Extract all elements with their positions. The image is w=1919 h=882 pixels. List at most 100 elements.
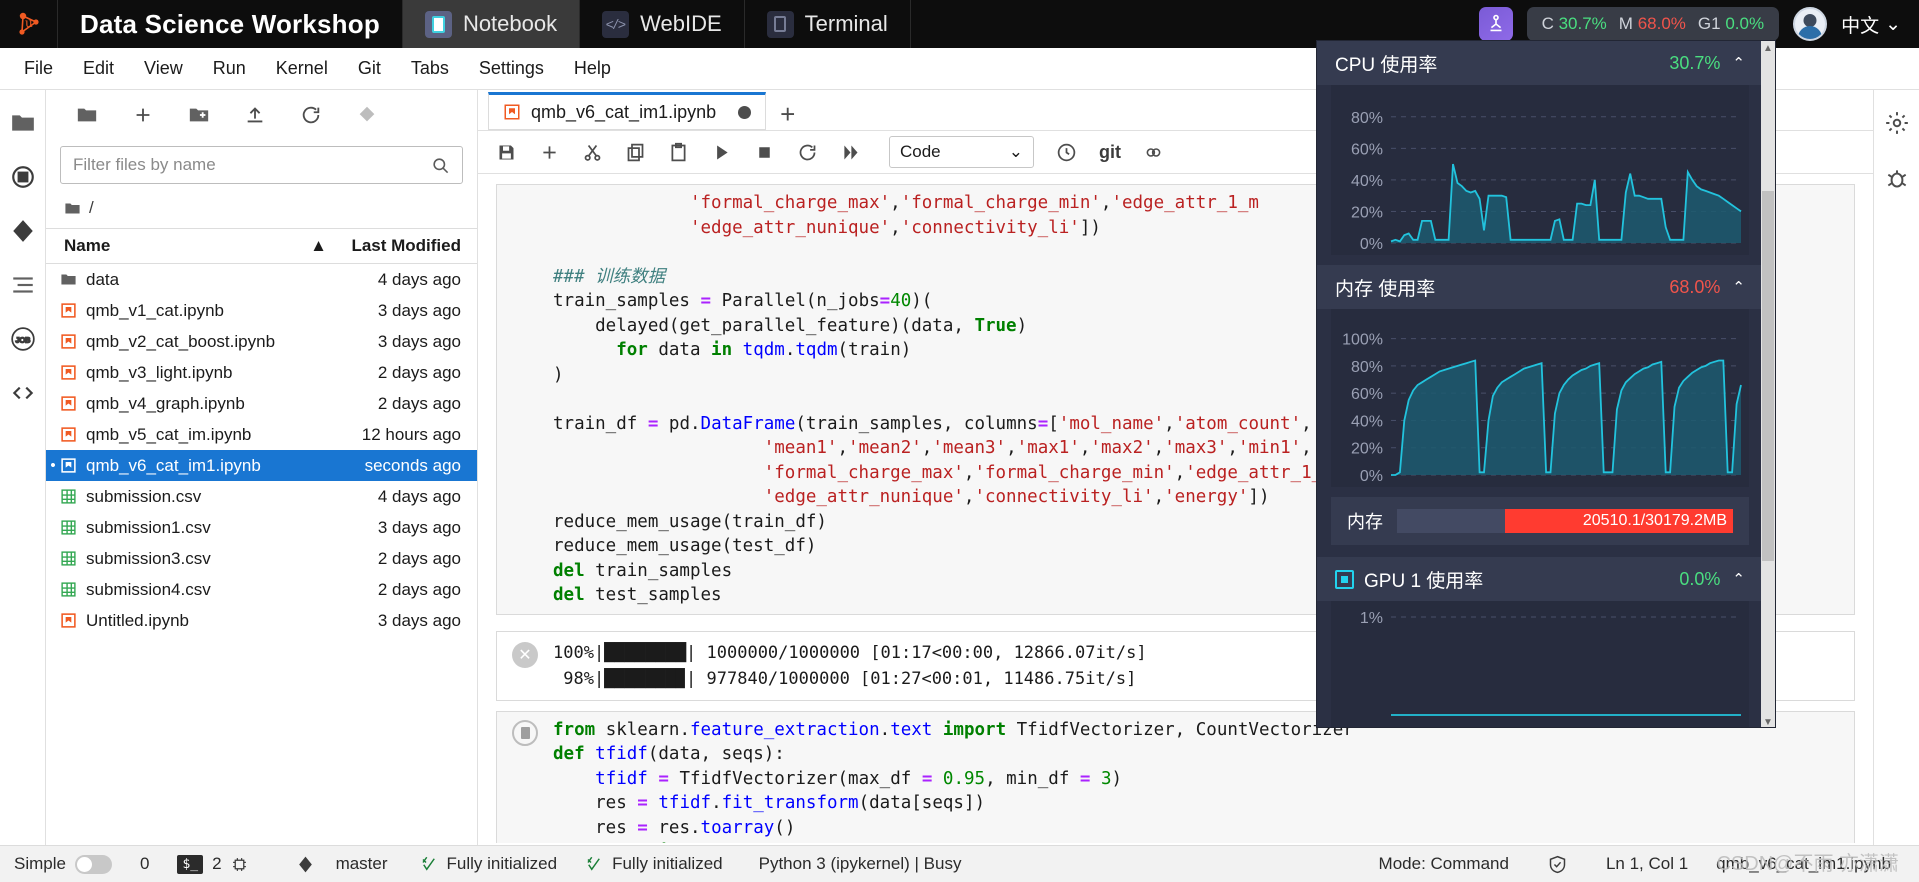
save-button[interactable] — [496, 142, 517, 163]
search-input[interactable] — [73, 155, 431, 175]
file-list-item[interactable]: data 4 days ago — [46, 264, 477, 295]
kernel-sessions-count[interactable]: 0 — [126, 854, 163, 874]
simple-mode-toggle[interactable]: Simple — [0, 854, 126, 874]
file-list-item[interactable]: qmb_v5_cat_im.ipynb 12 hours ago — [46, 419, 477, 450]
extension-puzzle-icon[interactable] — [1478, 7, 1513, 41]
scroll-up-arrow-icon[interactable]: ▲ — [1762, 41, 1774, 55]
stop-button[interactable] — [754, 142, 775, 163]
file-name-label: submission.csv — [86, 486, 202, 506]
cpu-section-header[interactable]: CPU 使用率 30.7% ⌃ — [1317, 41, 1763, 85]
run-cell-icon[interactable] — [512, 719, 538, 746]
topnav-webide[interactable]: </> WebIDE — [580, 0, 745, 48]
chevron-up-icon[interactable]: ⌃ — [1732, 54, 1745, 72]
memory-bar-label: 内存 — [1347, 512, 1383, 532]
output-stop-gutter[interactable]: ✕ — [497, 632, 553, 700]
editor-mode[interactable]: Mode: Command — [1365, 854, 1523, 874]
extension-status-2[interactable]: Fully initialized — [571, 854, 737, 874]
chevron-up-icon[interactable]: ⌃ — [1732, 278, 1745, 296]
new-folder-icon[interactable] — [188, 104, 210, 126]
file-list-item[interactable]: • qmb_v6_cat_im1.ipynb seconds ago — [46, 450, 477, 481]
copy-button[interactable] — [625, 142, 646, 163]
link-icon[interactable] — [1143, 142, 1164, 163]
folder-icon[interactable] — [76, 104, 98, 126]
close-icon[interactable]: ✕ — [512, 641, 538, 668]
chevron-up-icon[interactable]: ⌃ — [1732, 570, 1745, 588]
scroll-down-arrow-icon[interactable]: ▼ — [1762, 715, 1774, 727]
refresh-icon[interactable] — [300, 104, 322, 126]
file-list-item[interactable]: Untitled.ipynb 3 days ago — [46, 605, 477, 636]
toggle-switch[interactable] — [74, 854, 112, 874]
cut-button[interactable] — [582, 142, 603, 163]
sidebar-item-file-browser[interactable] — [8, 108, 38, 138]
avatar[interactable] — [1793, 7, 1828, 41]
language-switcher[interactable]: 中文 ⌄ — [1841, 11, 1901, 38]
menu-help[interactable]: Help — [560, 53, 625, 84]
file-name-label: Untitled.ipynb — [86, 610, 190, 630]
history-button[interactable] — [1056, 142, 1077, 163]
menu-run[interactable]: Run — [199, 53, 260, 84]
memory-section-header[interactable]: 内存 使用率 68.0% ⌃ — [1317, 265, 1763, 309]
file-filter-box[interactable] — [60, 146, 463, 184]
code-cell-2[interactable]: from sklearn.feature_extraction.text imp… — [496, 710, 1855, 844]
git-branch-status[interactable]: master — [262, 854, 402, 874]
sidebar-item-toc[interactable] — [8, 270, 38, 300]
topnav-notebook[interactable]: Notebook — [402, 0, 581, 48]
file-name-cell: qmb_v5_cat_im.ipynb — [60, 425, 327, 445]
breadcrumb[interactable]: / — [46, 194, 477, 228]
code-cell-2-source[interactable]: from sklearn.feature_extraction.text imp… — [553, 712, 1854, 844]
menu-file[interactable]: File — [10, 53, 67, 84]
new-checkpoint-icon[interactable] — [356, 104, 378, 126]
paste-button[interactable] — [668, 142, 689, 163]
file-list-item[interactable]: qmb_v1_cat.ipynb 3 days ago — [46, 295, 477, 326]
monitor-scrollbar[interactable]: ▲ ▼ — [1761, 41, 1775, 727]
upload-icon[interactable] — [244, 104, 266, 126]
unsaved-indicator-icon[interactable] — [738, 105, 752, 119]
restart-run-all-button[interactable] — [840, 142, 861, 163]
new-launcher-icon[interactable] — [132, 104, 154, 126]
menu-settings[interactable]: Settings — [465, 53, 558, 84]
run-button[interactable] — [711, 142, 732, 163]
file-list-item[interactable]: submission3.csv 2 days ago — [46, 543, 477, 574]
cell-type-select[interactable]: Code ⌄ — [889, 136, 1034, 168]
sidebar-item-git[interactable] — [8, 216, 38, 246]
new-tab-button[interactable]: + — [766, 99, 809, 130]
insert-cell-button[interactable] — [539, 142, 560, 163]
file-list-item[interactable]: submission.csv 4 days ago — [46, 481, 477, 512]
menu-kernel[interactable]: Kernel — [262, 53, 342, 84]
kernel-status[interactable]: Python 3 (ipykernel) | Busy — [737, 854, 976, 874]
git-toolbar-label[interactable]: git — [1099, 142, 1121, 163]
resource-usage-pill[interactable]: C 30.7% M 68.0% G1 0.0% — [1526, 7, 1780, 41]
mem-pill-label: M — [1618, 14, 1633, 33]
tab-qmb-v6-notebook[interactable]: qmb_v6_cat_im1.ipynb — [488, 92, 767, 130]
file-list-item[interactable]: qmb_v4_graph.ipynb 2 days ago — [46, 388, 477, 419]
sidebar-item-jobs[interactable]: JOB — [8, 324, 38, 354]
restart-kernel-button[interactable] — [797, 142, 818, 163]
menu-edit[interactable]: Edit — [69, 53, 128, 84]
file-list-item[interactable]: qmb_v3_light.ipynb 2 days ago — [46, 357, 477, 388]
svg-text:20%: 20% — [1351, 441, 1383, 458]
menu-view[interactable]: View — [130, 53, 197, 84]
menu-git[interactable]: Git — [344, 53, 395, 84]
security-status[interactable] — [1523, 854, 1592, 875]
column-header-modified[interactable]: Last Modified — [337, 236, 477, 256]
column-header-name[interactable]: Name ▲ — [46, 236, 337, 256]
file-list-item[interactable]: submission4.csv 2 days ago — [46, 574, 477, 605]
file-list-item[interactable]: submission1.csv 3 days ago — [46, 512, 477, 543]
sidebar-item-debugger[interactable] — [1882, 164, 1912, 194]
cpu-pill-label: C — [1541, 14, 1554, 33]
file-filter-container — [46, 140, 477, 194]
menu-tabs[interactable]: Tabs — [397, 53, 463, 84]
notebook-file-icon — [61, 427, 76, 442]
extension-status-1[interactable]: Fully initialized — [402, 854, 572, 874]
topnav-terminal[interactable]: Terminal — [745, 0, 911, 48]
file-list-item[interactable]: qmb_v2_cat_boost.ipynb 3 days ago — [46, 326, 477, 357]
sidebar-item-running[interactable] — [8, 162, 38, 192]
gpu-section-header[interactable]: GPU 1 使用率 0.0% ⌃ — [1317, 557, 1763, 601]
cursor-position[interactable]: Ln 1, Col 1 — [1592, 854, 1702, 874]
app-logo[interactable]: u — [0, 0, 58, 48]
monitor-scroll-thumb[interactable] — [1762, 191, 1774, 561]
terminal-sessions[interactable]: $_ 2 — [163, 854, 261, 874]
sidebar-item-extensions[interactable] — [8, 378, 38, 408]
sidebar-item-property-inspector[interactable] — [1882, 108, 1912, 138]
cpu-section-title: CPU 使用率 — [1335, 54, 1438, 76]
